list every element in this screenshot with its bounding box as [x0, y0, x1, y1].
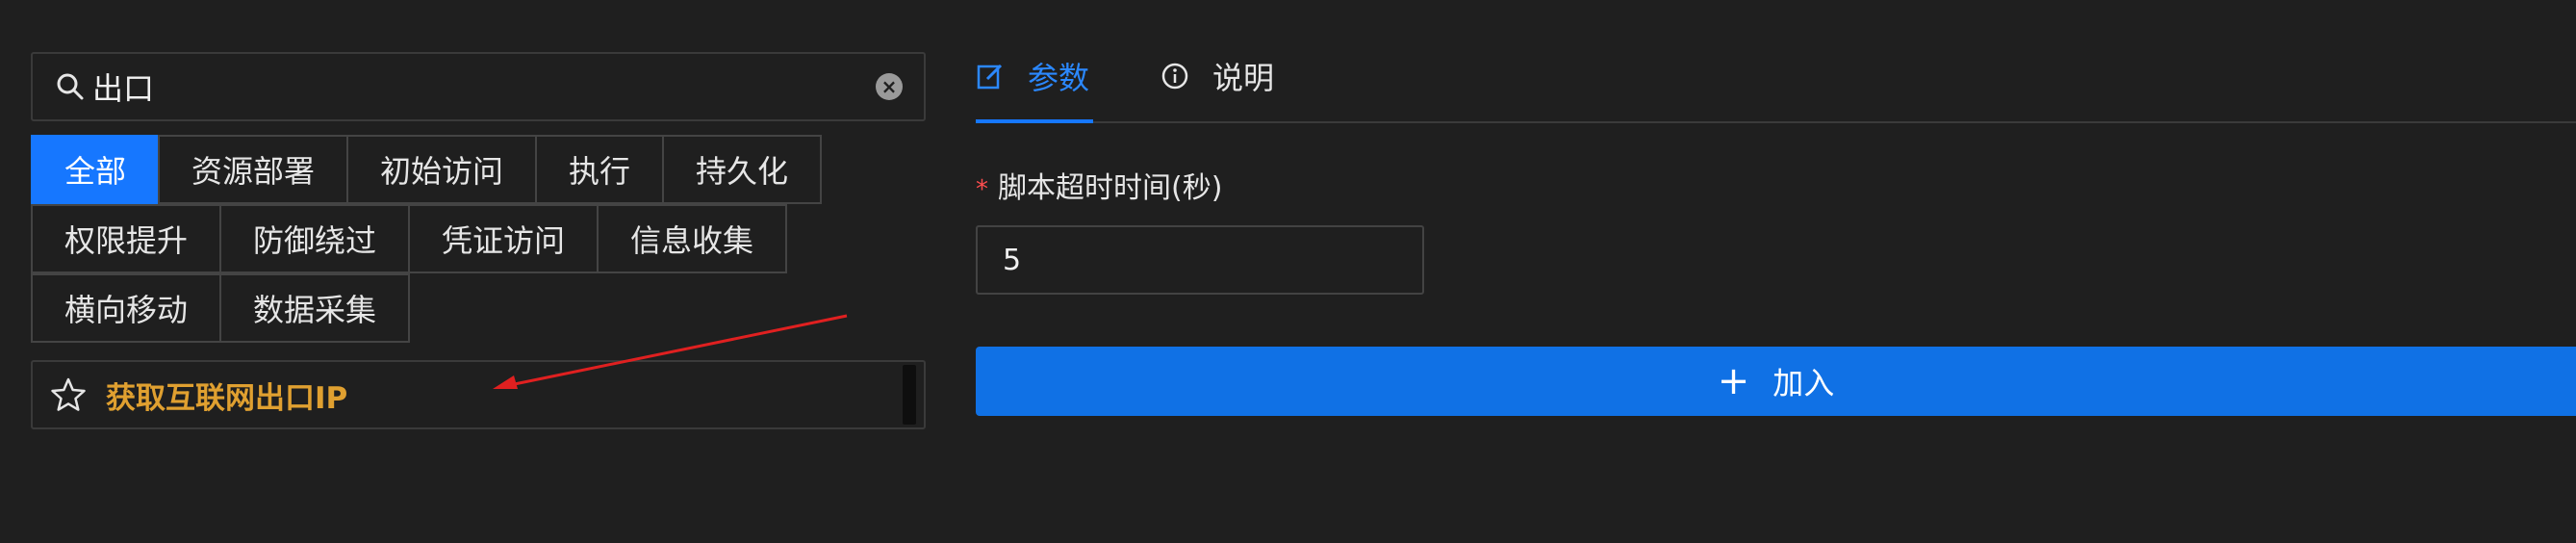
edit-icon — [976, 61, 1007, 91]
tag-discovery[interactable]: 信息收集 — [597, 204, 787, 273]
tab-params-label: 参数 — [1028, 60, 1090, 96]
plus-icon: + — [1717, 359, 1750, 403]
tag-defense-evasion[interactable]: 防御绕过 — [219, 204, 410, 273]
tag-all[interactable]: 全部 — [31, 135, 160, 204]
tag-persistence[interactable]: 持久化 — [662, 135, 822, 204]
search-box[interactable]: × — [31, 52, 926, 121]
info-icon — [1160, 61, 1191, 91]
search-icon — [54, 70, 87, 103]
result-label: 获取互联网出口IP — [106, 380, 348, 416]
result-scrollbar[interactable] — [903, 365, 916, 425]
tag-privilege-escalation[interactable]: 权限提升 — [31, 204, 221, 273]
required-mark: * — [976, 175, 988, 204]
tag-initial-access[interactable]: 初始访问 — [346, 135, 537, 204]
tab-description[interactable]: 说明 — [1160, 54, 1274, 98]
tag-credential-access[interactable]: 凭证访问 — [408, 204, 599, 273]
annotation-arrow — [493, 314, 848, 389]
tag-execution[interactable]: 执行 — [535, 135, 664, 204]
add-button-label: 加入 — [1773, 365, 1835, 401]
tab-params[interactable]: 参数 — [976, 54, 1089, 98]
tab-bar: 参数 说明 — [976, 0, 2576, 123]
timeout-label-text: 脚本超时时间(秒) — [998, 171, 1223, 205]
active-tab-indicator — [976, 119, 1093, 123]
search-input[interactable] — [92, 58, 843, 116]
tag-row: 权限提升 防御绕过 凭证访问 信息收集 — [31, 204, 829, 273]
tab-description-label: 说明 — [1212, 60, 1275, 96]
tag-resource-deploy[interactable]: 资源部署 — [158, 135, 348, 204]
star-icon[interactable] — [50, 375, 89, 414]
timeout-input[interactable] — [976, 225, 1424, 295]
right-panel: 参数 说明 * 脚本超时时间(秒) + 加入 — [976, 0, 2576, 543]
add-button[interactable]: + 加入 — [976, 347, 2576, 416]
clear-icon[interactable]: × — [876, 73, 903, 100]
tag-lateral-movement[interactable]: 横向移动 — [31, 273, 221, 343]
tag-row: 全部 资源部署 初始访问 执行 持久化 — [31, 135, 829, 204]
timeout-label: * 脚本超时时间(秒) — [976, 164, 1222, 206]
tag-collection[interactable]: 数据采集 — [219, 273, 410, 343]
